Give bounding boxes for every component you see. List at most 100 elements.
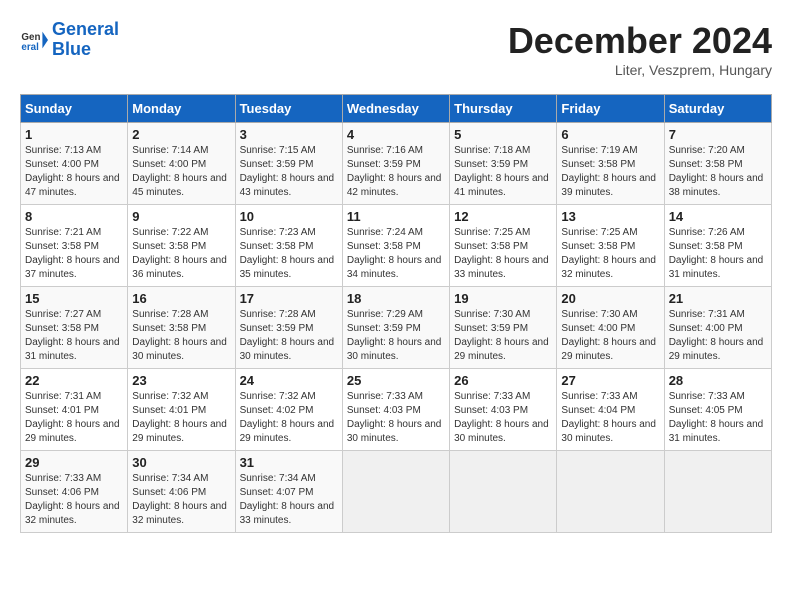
day-detail: Sunrise: 7:22 AMSunset: 3:58 PMDaylight:… (132, 227, 227, 280)
calendar-day-cell: 31 Sunrise: 7:34 AMSunset: 4:07 PMDaylig… (235, 451, 342, 533)
day-number: 26 (454, 373, 552, 388)
day-detail: Sunrise: 7:32 AMSunset: 4:02 PMDaylight:… (240, 391, 335, 444)
page-header: Gen eral GeneralBlue December 2024 Liter… (20, 20, 772, 78)
day-number: 15 (25, 291, 123, 306)
day-number: 22 (25, 373, 123, 388)
day-header-sunday: Sunday (21, 95, 128, 123)
calendar-week-row: 29 Sunrise: 7:33 AMSunset: 4:06 PMDaylig… (21, 451, 772, 533)
calendar-week-row: 15 Sunrise: 7:27 AMSunset: 3:58 PMDaylig… (21, 287, 772, 369)
calendar-day-cell: 27 Sunrise: 7:33 AMSunset: 4:04 PMDaylig… (557, 369, 664, 451)
day-number: 1 (25, 127, 123, 142)
day-detail: Sunrise: 7:33 AMSunset: 4:03 PMDaylight:… (347, 391, 442, 444)
day-header-tuesday: Tuesday (235, 95, 342, 123)
calendar-day-cell: 5 Sunrise: 7:18 AMSunset: 3:59 PMDayligh… (450, 123, 557, 205)
day-detail: Sunrise: 7:24 AMSunset: 3:58 PMDaylight:… (347, 227, 442, 280)
day-number: 20 (561, 291, 659, 306)
day-detail: Sunrise: 7:13 AMSunset: 4:00 PMDaylight:… (25, 145, 120, 198)
calendar-day-cell: 29 Sunrise: 7:33 AMSunset: 4:06 PMDaylig… (21, 451, 128, 533)
calendar-day-cell: 15 Sunrise: 7:27 AMSunset: 3:58 PMDaylig… (21, 287, 128, 369)
day-detail: Sunrise: 7:28 AMSunset: 3:59 PMDaylight:… (240, 309, 335, 362)
day-header-wednesday: Wednesday (342, 95, 449, 123)
calendar-table: SundayMondayTuesdayWednesdayThursdayFrid… (20, 94, 772, 533)
day-number: 23 (132, 373, 230, 388)
calendar-day-cell: 22 Sunrise: 7:31 AMSunset: 4:01 PMDaylig… (21, 369, 128, 451)
calendar-day-cell: 26 Sunrise: 7:33 AMSunset: 4:03 PMDaylig… (450, 369, 557, 451)
calendar-day-cell (342, 451, 449, 533)
day-detail: Sunrise: 7:20 AMSunset: 3:58 PMDaylight:… (669, 145, 764, 198)
day-detail: Sunrise: 7:34 AMSunset: 4:07 PMDaylight:… (240, 473, 335, 526)
calendar-day-cell: 30 Sunrise: 7:34 AMSunset: 4:06 PMDaylig… (128, 451, 235, 533)
svg-text:eral: eral (21, 42, 39, 53)
logo: Gen eral GeneralBlue (20, 20, 119, 60)
calendar-day-cell (664, 451, 771, 533)
day-detail: Sunrise: 7:28 AMSunset: 3:58 PMDaylight:… (132, 309, 227, 362)
day-detail: Sunrise: 7:31 AMSunset: 4:01 PMDaylight:… (25, 391, 120, 444)
day-number: 29 (25, 455, 123, 470)
calendar-day-cell: 25 Sunrise: 7:33 AMSunset: 4:03 PMDaylig… (342, 369, 449, 451)
calendar-header-row: SundayMondayTuesdayWednesdayThursdayFrid… (21, 95, 772, 123)
calendar-day-cell: 24 Sunrise: 7:32 AMSunset: 4:02 PMDaylig… (235, 369, 342, 451)
day-number: 2 (132, 127, 230, 142)
calendar-week-row: 22 Sunrise: 7:31 AMSunset: 4:01 PMDaylig… (21, 369, 772, 451)
day-header-monday: Monday (128, 95, 235, 123)
day-detail: Sunrise: 7:25 AMSunset: 3:58 PMDaylight:… (561, 227, 656, 280)
calendar-day-cell: 23 Sunrise: 7:32 AMSunset: 4:01 PMDaylig… (128, 369, 235, 451)
day-detail: Sunrise: 7:16 AMSunset: 3:59 PMDaylight:… (347, 145, 442, 198)
day-number: 8 (25, 209, 123, 224)
calendar-day-cell: 7 Sunrise: 7:20 AMSunset: 3:58 PMDayligh… (664, 123, 771, 205)
calendar-day-cell: 14 Sunrise: 7:26 AMSunset: 3:58 PMDaylig… (664, 205, 771, 287)
day-header-friday: Friday (557, 95, 664, 123)
day-number: 31 (240, 455, 338, 470)
day-number: 30 (132, 455, 230, 470)
day-number: 27 (561, 373, 659, 388)
day-detail: Sunrise: 7:26 AMSunset: 3:58 PMDaylight:… (669, 227, 764, 280)
day-number: 16 (132, 291, 230, 306)
day-number: 24 (240, 373, 338, 388)
calendar-day-cell: 8 Sunrise: 7:21 AMSunset: 3:58 PMDayligh… (21, 205, 128, 287)
day-number: 3 (240, 127, 338, 142)
day-detail: Sunrise: 7:18 AMSunset: 3:59 PMDaylight:… (454, 145, 549, 198)
day-number: 10 (240, 209, 338, 224)
subtitle: Liter, Veszprem, Hungary (508, 62, 772, 78)
calendar-day-cell (450, 451, 557, 533)
calendar-day-cell: 3 Sunrise: 7:15 AMSunset: 3:59 PMDayligh… (235, 123, 342, 205)
day-number: 14 (669, 209, 767, 224)
calendar-day-cell: 4 Sunrise: 7:16 AMSunset: 3:59 PMDayligh… (342, 123, 449, 205)
calendar-day-cell: 17 Sunrise: 7:28 AMSunset: 3:59 PMDaylig… (235, 287, 342, 369)
day-detail: Sunrise: 7:34 AMSunset: 4:06 PMDaylight:… (132, 473, 227, 526)
logo-icon: Gen eral (20, 26, 48, 54)
day-number: 6 (561, 127, 659, 142)
day-number: 25 (347, 373, 445, 388)
day-header-saturday: Saturday (664, 95, 771, 123)
day-detail: Sunrise: 7:33 AMSunset: 4:05 PMDaylight:… (669, 391, 764, 444)
day-detail: Sunrise: 7:25 AMSunset: 3:58 PMDaylight:… (454, 227, 549, 280)
calendar-day-cell: 9 Sunrise: 7:22 AMSunset: 3:58 PMDayligh… (128, 205, 235, 287)
calendar-day-cell (557, 451, 664, 533)
day-number: 9 (132, 209, 230, 224)
day-number: 28 (669, 373, 767, 388)
calendar-day-cell: 1 Sunrise: 7:13 AMSunset: 4:00 PMDayligh… (21, 123, 128, 205)
calendar-day-cell: 28 Sunrise: 7:33 AMSunset: 4:05 PMDaylig… (664, 369, 771, 451)
day-number: 11 (347, 209, 445, 224)
day-detail: Sunrise: 7:14 AMSunset: 4:00 PMDaylight:… (132, 145, 227, 198)
logo-text: GeneralBlue (52, 20, 119, 60)
day-detail: Sunrise: 7:19 AMSunset: 3:58 PMDaylight:… (561, 145, 656, 198)
day-detail: Sunrise: 7:32 AMSunset: 4:01 PMDaylight:… (132, 391, 227, 444)
calendar-week-row: 8 Sunrise: 7:21 AMSunset: 3:58 PMDayligh… (21, 205, 772, 287)
day-detail: Sunrise: 7:29 AMSunset: 3:59 PMDaylight:… (347, 309, 442, 362)
day-detail: Sunrise: 7:30 AMSunset: 4:00 PMDaylight:… (561, 309, 656, 362)
calendar-day-cell: 21 Sunrise: 7:31 AMSunset: 4:00 PMDaylig… (664, 287, 771, 369)
day-detail: Sunrise: 7:27 AMSunset: 3:58 PMDaylight:… (25, 309, 120, 362)
main-title: December 2024 (508, 20, 772, 62)
day-header-thursday: Thursday (450, 95, 557, 123)
calendar-day-cell: 13 Sunrise: 7:25 AMSunset: 3:58 PMDaylig… (557, 205, 664, 287)
day-detail: Sunrise: 7:31 AMSunset: 4:00 PMDaylight:… (669, 309, 764, 362)
day-detail: Sunrise: 7:33 AMSunset: 4:03 PMDaylight:… (454, 391, 549, 444)
calendar-day-cell: 2 Sunrise: 7:14 AMSunset: 4:00 PMDayligh… (128, 123, 235, 205)
day-number: 12 (454, 209, 552, 224)
day-number: 19 (454, 291, 552, 306)
calendar-day-cell: 10 Sunrise: 7:23 AMSunset: 3:58 PMDaylig… (235, 205, 342, 287)
day-detail: Sunrise: 7:33 AMSunset: 4:04 PMDaylight:… (561, 391, 656, 444)
day-number: 4 (347, 127, 445, 142)
day-number: 21 (669, 291, 767, 306)
